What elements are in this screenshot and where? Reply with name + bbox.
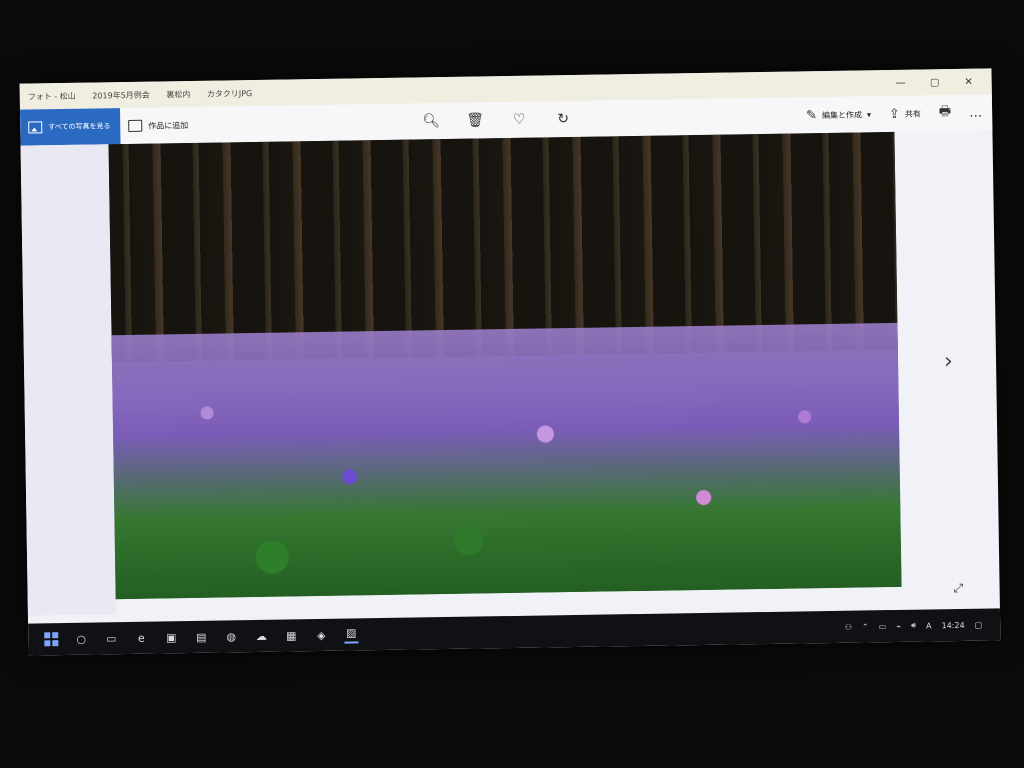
photos-app-icon[interactable]: ▨ xyxy=(344,625,359,644)
volume-icon[interactable]: 🔊︎ xyxy=(911,621,916,631)
share-icon: ⇪ xyxy=(888,106,900,122)
more-icon: … xyxy=(969,105,983,121)
edit-icon: ✎ xyxy=(805,107,818,123)
center-tools: 🔍︎ 🗑︎ ♡ ↻ xyxy=(422,101,573,139)
file-explorer-icon[interactable]: ▣ xyxy=(164,630,178,644)
screen: フォト - 松山 2019年5月例会 裏松内 カタクリJPG — ▢ ✕ すべて… xyxy=(19,68,1001,656)
edge-icon[interactable]: e xyxy=(134,631,148,645)
share-button[interactable]: ⇪ 共有 xyxy=(889,106,921,121)
clock[interactable]: 14:24 xyxy=(941,620,964,629)
chevron-down-icon: ▾ xyxy=(866,109,872,119)
battery-icon[interactable]: ▭ xyxy=(879,622,887,631)
app-icon[interactable]: ▦ xyxy=(284,628,298,642)
file-name: カタクリJPG xyxy=(206,88,253,99)
share-label: 共有 xyxy=(904,109,921,119)
print-button[interactable]: 🖶 xyxy=(939,102,952,124)
system-tray: ⚇ ⌃ ▭ ⌁ 🔊︎ A 14:24 ▢ xyxy=(845,609,983,643)
next-photo-button[interactable]: › xyxy=(944,349,953,374)
taskbar: ○ ▭ e ▣ ▤ ◍ ☁ ▦ ◈ ▨ ⚇ ⌃ ▭ ⌁ 🔊︎ A 14:24 ▢ xyxy=(28,608,1001,656)
cloud-icon[interactable]: ☁ xyxy=(254,629,268,643)
search-icon[interactable]: ○ xyxy=(74,632,88,646)
see-all-photos-button[interactable]: すべての写真を見る xyxy=(19,108,121,146)
add-to-creation-label: 作品に追加 xyxy=(148,120,189,131)
app-title: フォト - 松山 xyxy=(27,91,76,102)
left-pane xyxy=(20,144,116,616)
store-icon[interactable]: ▤ xyxy=(194,630,208,644)
taskbar-left: ○ ▭ e ▣ ▤ ◍ ☁ ▦ ◈ ▨ xyxy=(28,625,359,648)
photo-flowers xyxy=(111,323,902,600)
chevron-up-icon[interactable]: ⌃ xyxy=(862,622,869,631)
window-title: フォト - 松山 2019年5月例会 裏松内 カタクリJPG xyxy=(20,87,267,102)
more-button[interactable]: … xyxy=(969,105,982,120)
network-icon[interactable]: ⌁ xyxy=(896,621,901,630)
right-tools: ✎ 編集と作成 ▾ ⇪ 共有 🖶 … xyxy=(806,95,983,134)
task-view-icon[interactable]: ▭ xyxy=(104,631,118,645)
close-button[interactable]: ✕ xyxy=(952,76,986,88)
zoom-icon[interactable]: 🔍︎ xyxy=(422,112,440,130)
minimize-button[interactable]: — xyxy=(884,77,918,89)
start-icon[interactable] xyxy=(44,632,58,646)
see-all-photos-label: すべての写真を見る xyxy=(48,122,111,132)
rotate-icon[interactable]: ↻ xyxy=(554,110,572,128)
trash-icon[interactable]: 🗑︎ xyxy=(466,111,484,129)
print-icon: 🖶 xyxy=(938,104,952,120)
photos-icon xyxy=(28,121,43,134)
people-icon[interactable]: ⚇ xyxy=(845,622,852,631)
breadcrumb-item: 裏松内 xyxy=(166,89,191,99)
maximize-button[interactable]: ▢ xyxy=(918,77,952,89)
expand-icon[interactable]: ⤢ xyxy=(953,581,963,596)
add-to-creation-button[interactable]: 作品に追加 xyxy=(128,107,189,144)
breadcrumb-item: 2019年5月例会 xyxy=(92,90,150,101)
heart-icon[interactable]: ♡ xyxy=(510,111,528,129)
chrome-icon[interactable]: ◍ xyxy=(224,629,238,643)
edit-create-label: 編集と作成 xyxy=(821,109,863,120)
ime-indicator[interactable]: A xyxy=(926,621,932,630)
add-to-creation-icon xyxy=(128,119,143,132)
photo-view[interactable] xyxy=(108,131,902,600)
edit-create-button[interactable]: ✎ 編集と作成 ▾ xyxy=(806,107,871,123)
notification-icon[interactable]: ▢ xyxy=(975,620,983,629)
window-controls: — ▢ ✕ xyxy=(883,68,985,96)
app-icon[interactable]: ◈ xyxy=(314,628,328,642)
